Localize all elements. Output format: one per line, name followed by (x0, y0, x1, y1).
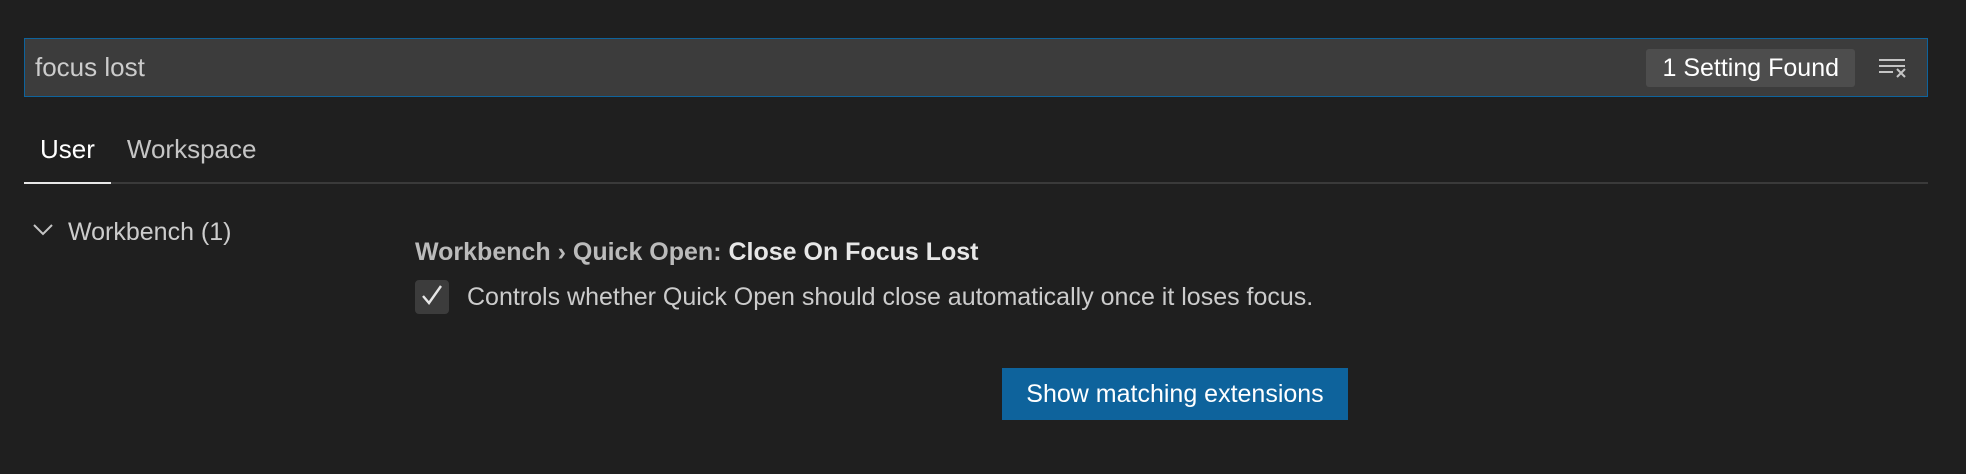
clear-filter-icon[interactable] (1869, 47, 1917, 89)
search-bar: 1 Setting Found (24, 38, 1928, 97)
setting-row: Controls whether Quick Open should close… (415, 280, 1313, 314)
tab-user-label: User (40, 134, 95, 164)
toc-item-workbench[interactable]: Workbench (1) (32, 218, 232, 247)
setting-category: Workbench › Quick Open: (415, 238, 729, 266)
checkmark-icon (420, 283, 444, 312)
chevron-down-icon (32, 223, 54, 242)
settings-scope-tabs: User Workspace (24, 124, 1928, 184)
tab-workspace[interactable]: Workspace (111, 124, 273, 184)
result-count-badge: 1 Setting Found (1646, 48, 1855, 87)
settings-editor: 1 Setting Found User Workspace Workbench… (0, 0, 1966, 474)
tab-user[interactable]: User (24, 124, 111, 184)
setting-name: Close On Focus Lost (728, 238, 979, 266)
tab-workspace-label: Workspace (126, 134, 257, 164)
show-matching-extensions-button[interactable]: Show matching extensions (1002, 368, 1348, 420)
search-input[interactable] (35, 39, 1647, 96)
setting-description: Controls whether Quick Open should close… (467, 282, 1314, 311)
close-on-focus-lost-checkbox[interactable] (415, 280, 449, 314)
toc-item-label: Workbench (1) (68, 218, 232, 246)
setting-title: Workbench › Quick Open: Close On Focus L… (415, 238, 979, 267)
